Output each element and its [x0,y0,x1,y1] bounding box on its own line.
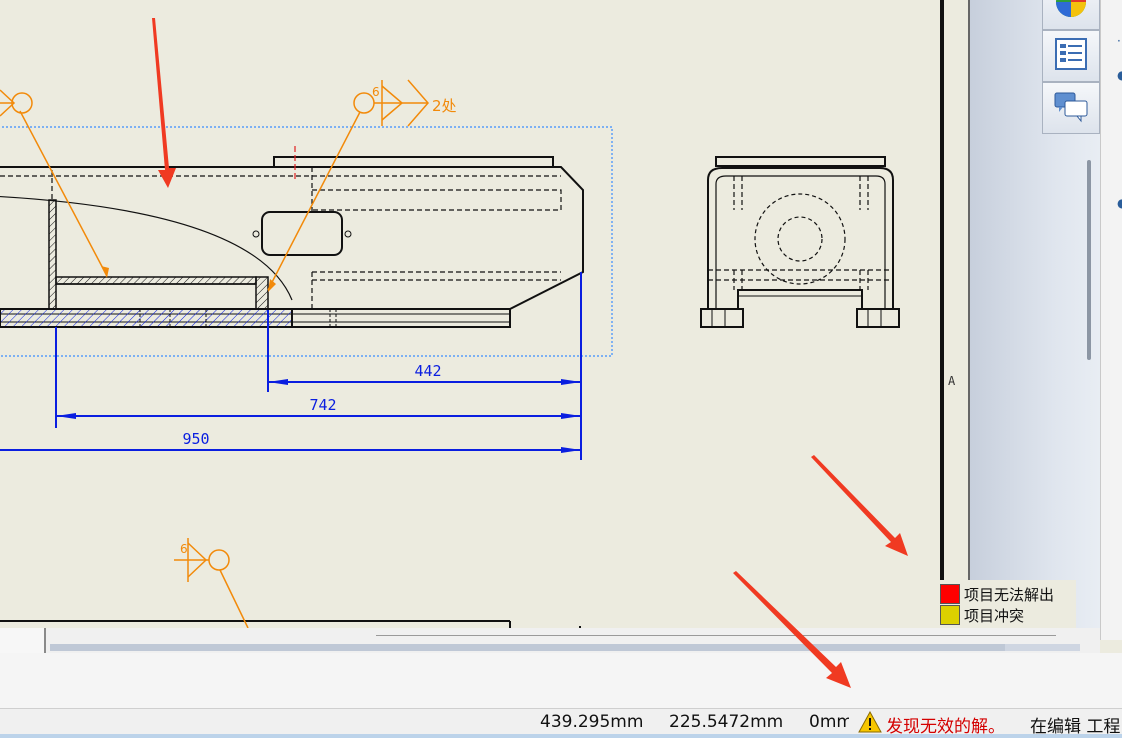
dim-742[interactable]: 742 [309,396,336,414]
legend-label: 项目冲突 [964,606,1025,625]
weld-size-top: 6 [372,85,380,99]
weld-count-text: 2处 [432,97,457,115]
forum-icon [1053,89,1089,127]
task-pane-scrollbar[interactable] [1087,160,1091,360]
dimensions[interactable] [0,272,582,460]
weld-size-bottom: 6 [180,542,188,556]
legend-swatch-red [940,584,960,604]
forum-button[interactable] [1042,82,1100,134]
legend-label: 项目无法解出 [964,585,1055,604]
weld-symbol-top[interactable] [267,79,429,292]
legend-item-conflict: 项目冲突 [940,605,1024,625]
view-palette-button[interactable] [1042,30,1100,82]
front-view[interactable] [0,146,584,628]
legend-item-unsolvable: 项目无法解出 [940,584,1054,604]
y-coordinate: 225.5472mm [669,712,784,732]
horizontal-scrollbar-area [0,628,1100,653]
zone-label: A [948,374,956,388]
x-coordinate: 439.295mm [540,712,644,732]
status-bar: 439.295mm 225.5472mm 0mm 发现无效的解。 在编辑 工程 [0,708,1122,738]
horizontal-scroll-thumb[interactable] [50,644,1005,651]
scroll-divider [376,635,1056,636]
dim-950[interactable]: 950 [182,430,209,448]
side-view[interactable] [700,156,900,328]
sheet-zone-strip [944,0,968,628]
appearances-button[interactable] [1042,0,1100,30]
status-bar-accent [0,734,1122,738]
right-panel: · ● ● [1100,0,1122,640]
appearances-icon [1053,0,1089,24]
horizontal-scrollbar[interactable] [50,644,1080,651]
error-legend: 项目无法解出 项目冲突 [936,580,1076,628]
z-coordinate: 0mm [809,712,849,732]
dim-442[interactable]: 442 [414,362,441,380]
drawing-canvas[interactable]: 442 742 950 6 2处 6 [0,0,940,628]
view-palette-icon [1054,37,1088,75]
sheet-tab-area[interactable] [0,628,46,653]
panel-mark-1: · [1117,34,1121,48]
legend-swatch-yellow [940,605,960,625]
panel-mark-3: ● [1117,196,1122,210]
blank-area [0,653,1122,708]
panel-mark-2: ● [1117,68,1122,82]
